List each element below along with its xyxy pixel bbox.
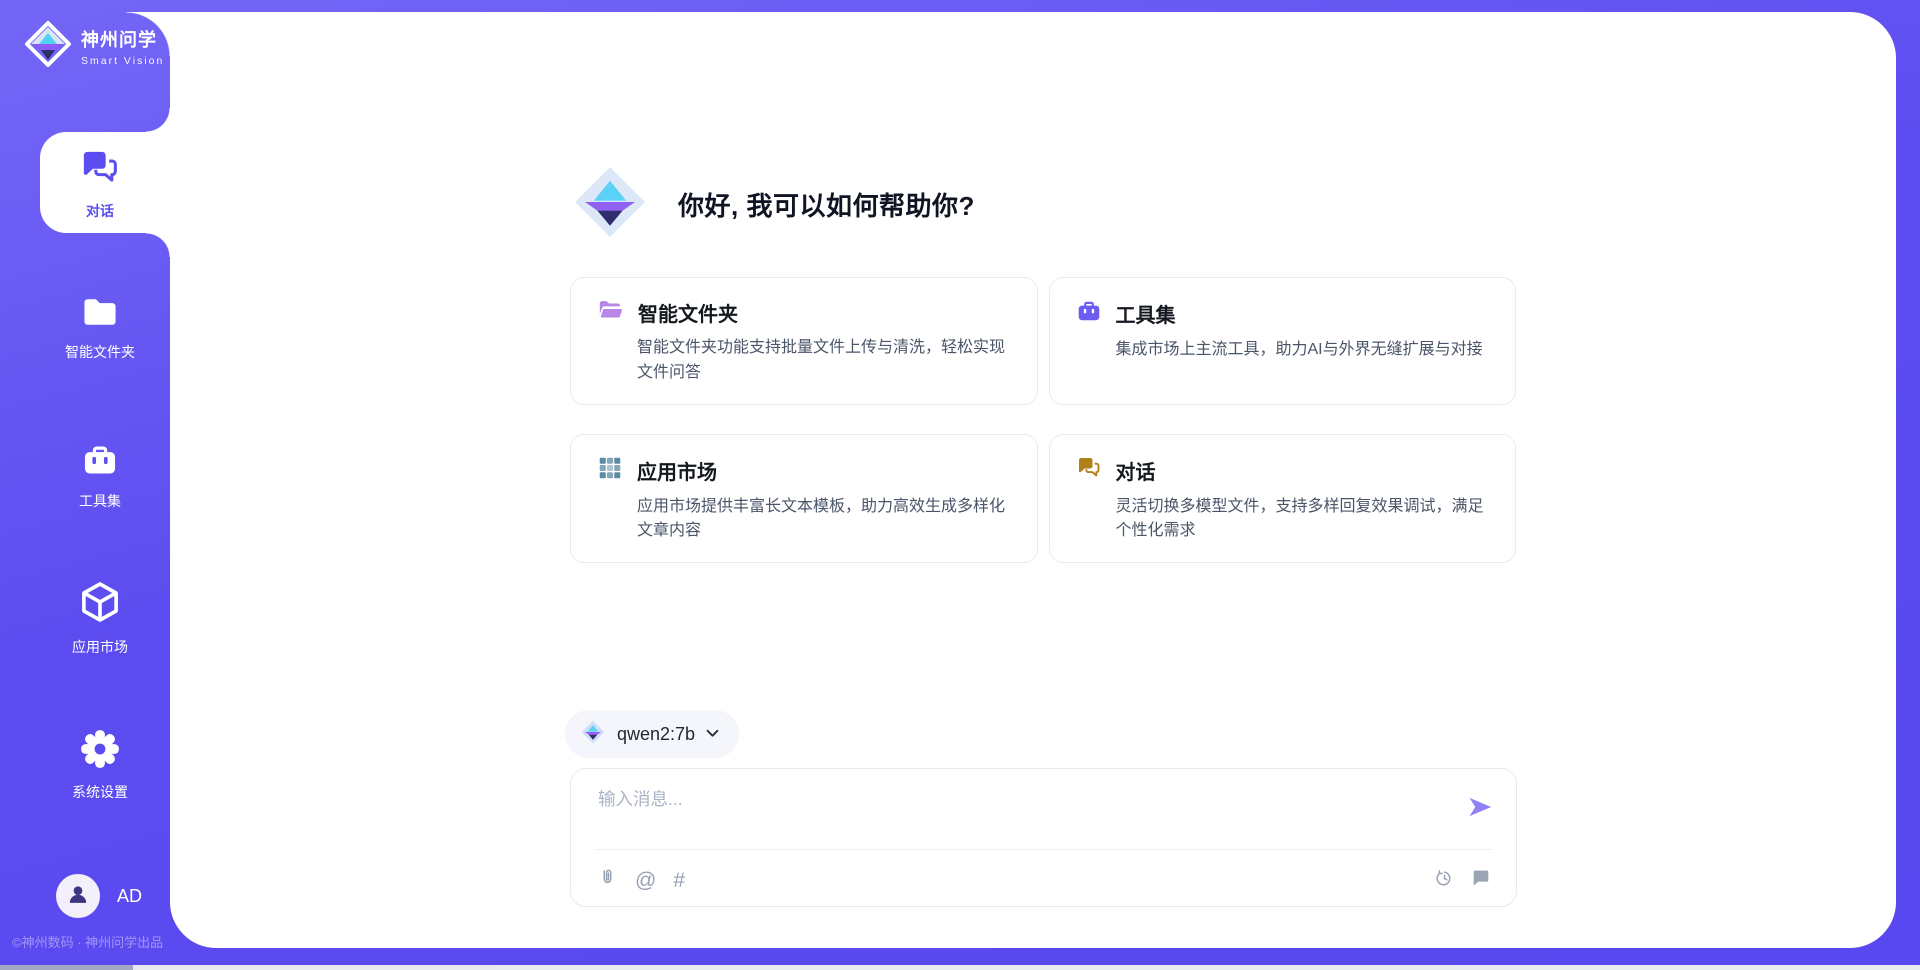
feature-cards: 智能文件夹 智能文件夹功能支持批量文件上传与清洗，轻松实现文件问答 工具集 集成… <box>570 277 1516 563</box>
card-head: 工具集 <box>1076 298 1490 329</box>
model-name: qwen2:7b <box>617 724 695 745</box>
brand-title: 神州问学 <box>81 26 164 52</box>
card-title: 智能文件夹 <box>638 298 738 327</box>
chat-bubbles-icon <box>1076 455 1102 486</box>
sidebar-item-label: 系统设置 <box>30 782 170 802</box>
cube-icon <box>77 612 123 629</box>
toolbox-icon <box>80 466 120 483</box>
composer-toolbar-right <box>1434 867 1492 894</box>
horizontal-scrollbar-thumb[interactable] <box>0 965 133 970</box>
history-icon[interactable] <box>1434 868 1455 894</box>
card-head: 智能文件夹 <box>597 298 1011 327</box>
sidebar-item-label: 工具集 <box>30 491 170 511</box>
greeting-diamond-icon <box>570 162 650 247</box>
card-smart-folder[interactable]: 智能文件夹 智能文件夹功能支持批量文件上传与清洗，轻松实现文件问答 <box>570 277 1038 405</box>
app-root: { "app": { "title": "神州问学", "subtitle": … <box>0 0 1920 970</box>
hash-icon[interactable]: # <box>673 870 685 891</box>
sidebar-item-label: 智能文件夹 <box>30 342 170 362</box>
card-description: 灵活切换多模型文件，支持多样回复效果调试，满足个性化需求 <box>1116 495 1490 545</box>
comment-icon[interactable] <box>1470 867 1492 894</box>
sidebar-item-toolbox[interactable]: 工具集 <box>30 441 170 511</box>
sidebar-item-chat[interactable]: 对话 <box>30 147 170 221</box>
at-mention-icon[interactable]: @ <box>635 870 656 891</box>
folder-icon <box>80 317 120 334</box>
card-head: 应用市场 <box>597 455 1011 486</box>
active-tab-fillet-bottom <box>146 233 170 257</box>
sidebar-item-settings[interactable]: 系统设置 <box>30 728 170 802</box>
card-title: 对话 <box>1116 456 1156 485</box>
brand-logo: 神州问学 Smart Vision <box>24 20 164 73</box>
composer-divider <box>595 849 1492 850</box>
brand-diamond-icon <box>24 20 72 73</box>
brand-text: 神州问学 Smart Vision <box>81 26 164 67</box>
greeting-block: 你好, 我可以如何帮助你? <box>570 162 975 247</box>
card-description: 应用市场提供丰富长文本模板，助力高效生成多样化文章内容 <box>637 495 1011 545</box>
message-input[interactable] <box>598 786 1428 844</box>
chat-bubbles-icon <box>79 176 121 193</box>
send-icon[interactable] <box>1466 793 1494 821</box>
card-description: 集成市场上主流工具，助力AI与外界无缝扩展与对接 <box>1116 338 1490 363</box>
chevron-down-icon <box>706 725 719 743</box>
composer-toolbar-left: @ # <box>597 866 685 894</box>
grid-icon <box>597 455 623 486</box>
card-title: 工具集 <box>1116 299 1176 328</box>
sidebar-item-smart-folder[interactable]: 智能文件夹 <box>30 294 170 362</box>
card-description: 智能文件夹功能支持批量文件上传与清洗，轻松实现文件问答 <box>637 336 1011 386</box>
active-tab-fillet-top <box>146 108 170 132</box>
briefcase-icon <box>1076 298 1102 329</box>
card-head: 对话 <box>1076 455 1490 486</box>
model-selector[interactable]: qwen2:7b <box>565 710 739 758</box>
avatar <box>56 874 100 918</box>
greeting-text: 你好, 我可以如何帮助你? <box>678 186 975 223</box>
card-app-market[interactable]: 应用市场 应用市场提供丰富长文本模板，助力高效生成多样化文章内容 <box>570 434 1038 564</box>
sidebar-item-app-market[interactable]: 应用市场 <box>30 579 170 657</box>
copyright-text: ©神州数码 · 神州问学出品 <box>12 932 163 951</box>
user-avatar-icon <box>64 880 92 913</box>
paperclip-icon[interactable] <box>597 866 618 894</box>
model-logo-icon <box>580 719 606 750</box>
gear-icon <box>79 757 121 774</box>
user-account[interactable]: AD <box>56 874 142 918</box>
sidebar-item-label: 对话 <box>30 201 170 221</box>
folder-open-icon <box>597 298 624 327</box>
sidebar-item-label: 应用市场 <box>30 637 170 657</box>
card-toolset[interactable]: 工具集 集成市场上主流工具，助力AI与外界无缝扩展与对接 <box>1049 277 1517 405</box>
card-chat[interactable]: 对话 灵活切换多模型文件，支持多样回复效果调试，满足个性化需求 <box>1049 434 1517 564</box>
horizontal-scrollbar-track[interactable] <box>0 965 1920 970</box>
card-title: 应用市场 <box>637 456 717 485</box>
message-composer: @ # <box>570 768 1517 907</box>
user-label: AD <box>117 886 142 907</box>
brand-subtitle: Smart Vision <box>81 55 164 67</box>
